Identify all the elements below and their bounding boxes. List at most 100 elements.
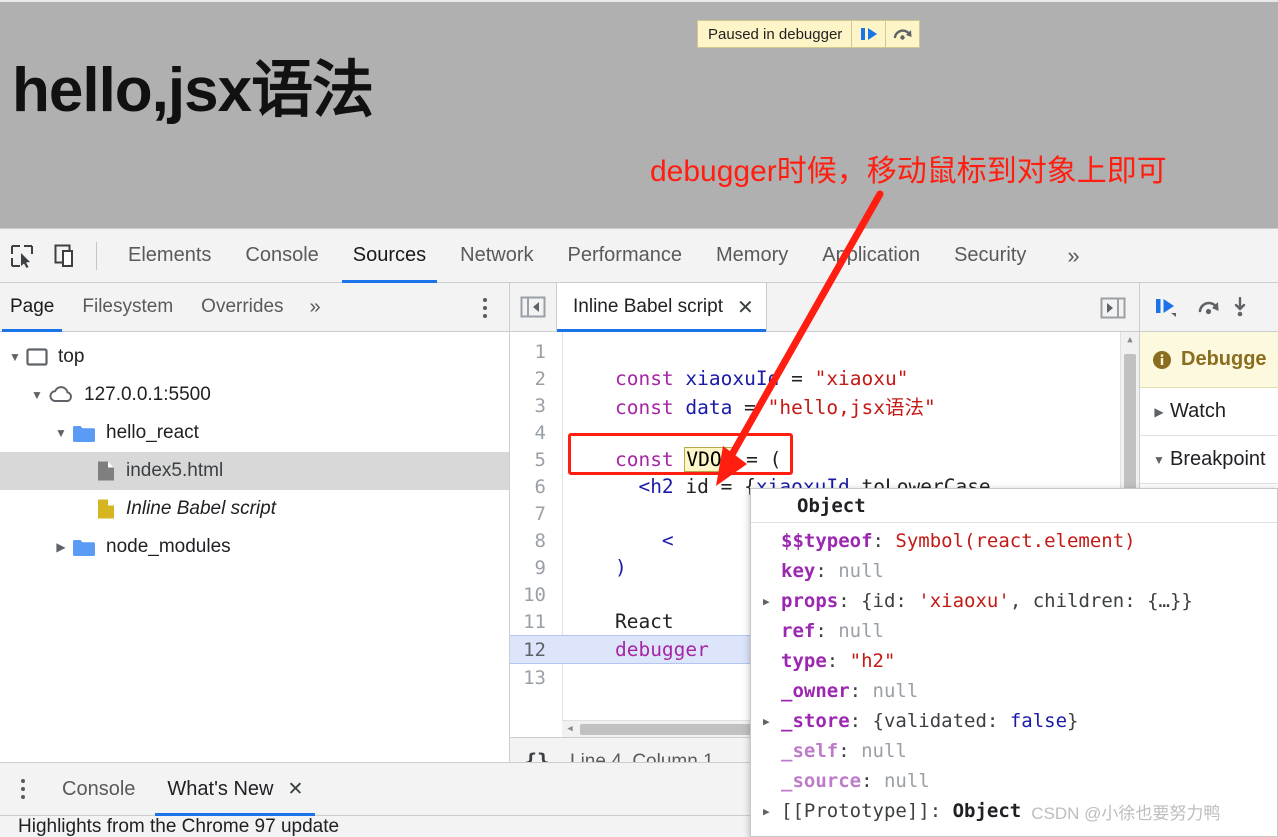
tree-item-inline-babel-script-label: Inline Babel script xyxy=(126,498,276,519)
nav-tab-overrides[interactable]: Overrides xyxy=(187,283,297,332)
object-row-prototype[interactable]: ▶ [[Prototype]]: Object CSDN @小徐也要努力鸭 xyxy=(751,796,1277,826)
expand-caret-icon[interactable]: ▶ xyxy=(763,595,781,608)
nav-tab-overrides-label: Overrides xyxy=(201,296,284,317)
tab-network[interactable]: Network xyxy=(443,229,550,283)
line-number: 11 xyxy=(523,610,546,633)
scroll-left-icon[interactable]: ◀ xyxy=(562,724,578,734)
line-content: const xiaoxuId = "xiaoxu" xyxy=(614,367,909,390)
twisty-icon[interactable]: ▶ xyxy=(1148,405,1170,419)
step-into-button[interactable] xyxy=(1230,283,1250,332)
tab-application-label: Application xyxy=(822,244,921,266)
scroll-up-icon[interactable]: ▲ xyxy=(1121,335,1139,345)
line-number: 6 xyxy=(534,475,546,498)
line-number: 9 xyxy=(534,556,546,579)
property-value: null xyxy=(861,740,907,762)
editor-tab-inline-babel-script[interactable]: Inline Babel script ✕ xyxy=(556,282,767,332)
nav-tab-page-label: Page xyxy=(10,296,55,317)
line-content: ) xyxy=(568,556,627,579)
inspect-element-icon xyxy=(11,244,33,268)
scrollbar-thumb[interactable] xyxy=(1124,354,1136,489)
tree-item-hello-react[interactable]: ▼ hello_react xyxy=(0,414,509,452)
debugger-info-banner: Debugge xyxy=(1140,332,1278,388)
object-row-props[interactable]: ▶ props: {id: 'xiaoxu', children: {…}} xyxy=(751,586,1277,616)
tab-elements[interactable]: Elements xyxy=(111,229,228,283)
document-icon xyxy=(96,460,116,482)
show-debugger-sidebar-button[interactable] xyxy=(1091,283,1135,332)
tab-application[interactable]: Application xyxy=(805,229,937,283)
drawer-menu-button[interactable] xyxy=(0,763,46,816)
code-line: 5 const VDOM = ( xyxy=(510,446,1139,473)
line-content: < xyxy=(568,529,674,552)
sidebar-section-watch[interactable]: ▶ Watch xyxy=(1140,388,1278,436)
tree-item-hello-react-label: hello_react xyxy=(106,422,199,443)
line-number: 4 xyxy=(534,421,546,444)
tree-item-index5-html[interactable]: index5.html xyxy=(0,452,509,490)
step-into-icon xyxy=(1234,297,1246,317)
csdn-watermark: CSDN @小徐也要努力鸭 xyxy=(1031,803,1221,823)
tab-sources[interactable]: Sources xyxy=(336,229,443,283)
inspect-element-button[interactable] xyxy=(0,229,44,283)
close-icon[interactable]: ✕ xyxy=(737,295,754,320)
expand-caret-icon[interactable]: ▶ xyxy=(763,715,781,728)
drawer-tab-whats-new[interactable]: What's New ✕ xyxy=(151,763,319,816)
tree-item-host[interactable]: ▼ 127.0.0.1:5500 xyxy=(0,376,509,414)
property-key: _source xyxy=(781,770,862,792)
resume-script-button[interactable] xyxy=(851,21,885,47)
navigator-tabbar: Page Filesystem Overrides » xyxy=(0,283,509,332)
tab-memory[interactable]: Memory xyxy=(699,229,805,283)
navigator-pane: Page Filesystem Overrides » ▼ top ▼ 127.… xyxy=(0,283,510,786)
nav-tab-page[interactable]: Page xyxy=(0,283,68,332)
tab-console-label: Console xyxy=(245,244,319,266)
hovered-token-vdom[interactable]: VDOM xyxy=(684,447,736,472)
caret-spacer: ▶ xyxy=(763,535,781,548)
file-tree: ▼ top ▼ 127.0.0.1:5500 ▼ hello_react ind… xyxy=(0,332,509,786)
resume-script-button[interactable] xyxy=(1146,283,1188,332)
sidebar-section-breakpoints[interactable]: ▼ Breakpoint xyxy=(1140,436,1278,484)
line-number: 5 xyxy=(534,448,546,471)
property-key: ref xyxy=(781,620,816,642)
tree-item-top[interactable]: ▼ top xyxy=(0,338,509,376)
step-over-button[interactable] xyxy=(1188,283,1230,332)
line-number: 12 xyxy=(523,638,546,661)
more-tabs-button[interactable]: » xyxy=(1053,229,1093,283)
step-over-icon xyxy=(1198,301,1219,315)
folder-icon xyxy=(72,538,96,557)
object-row-store[interactable]: ▶ _store: {validated: false} xyxy=(751,706,1277,736)
editor-tabbar: Inline Babel script ✕ xyxy=(510,282,1139,332)
tab-security[interactable]: Security xyxy=(937,229,1043,283)
property-key: key xyxy=(781,560,816,582)
property-key: $$typeof xyxy=(781,530,873,552)
line-number: 10 xyxy=(523,583,546,606)
nav-tab-filesystem[interactable]: Filesystem xyxy=(68,283,187,332)
navigator-menu-button[interactable] xyxy=(483,283,487,332)
line-number: 3 xyxy=(534,394,546,417)
page-heading: hello,jsx语法 xyxy=(12,56,374,125)
drawer-tab-console[interactable]: Console xyxy=(46,763,151,816)
tab-console[interactable]: Console xyxy=(228,229,335,283)
twisty-icon[interactable]: ▼ xyxy=(26,388,48,402)
tab-performance-label: Performance xyxy=(567,244,683,266)
expand-caret-icon[interactable]: ▶ xyxy=(763,805,781,818)
twisty-icon[interactable]: ▼ xyxy=(1148,453,1170,467)
tree-item-inline-babel-script[interactable]: Inline Babel script xyxy=(0,490,509,528)
property-value: {validated: false} xyxy=(872,710,1079,732)
step-over-button[interactable] xyxy=(885,21,919,47)
twisty-icon[interactable]: ▼ xyxy=(50,426,72,440)
tree-item-node-modules-label: node_modules xyxy=(106,536,231,557)
twisty-icon[interactable]: ▼ xyxy=(4,350,26,364)
caret-spacer: ▶ xyxy=(763,685,781,698)
caret-spacer: ▶ xyxy=(763,745,781,758)
device-toolbar-button[interactable] xyxy=(44,229,88,283)
annotation-label: debugger时候，移动鼠标到对象上即可 xyxy=(650,155,1167,188)
object-popover-title: Object xyxy=(751,489,1277,523)
tree-item-node-modules[interactable]: ▶ node_modules xyxy=(0,528,509,566)
navigator-more-button[interactable]: » xyxy=(298,283,333,332)
drawer-tab-whats-new-label: What's New xyxy=(167,777,274,800)
close-icon[interactable]: ✕ xyxy=(287,778,303,801)
collapse-navigator-button[interactable] xyxy=(510,283,556,332)
tab-performance[interactable]: Performance xyxy=(551,229,700,283)
tree-item-top-label: top xyxy=(58,346,85,367)
show-debugger-sidebar-icon xyxy=(1100,297,1126,318)
twisty-icon[interactable]: ▶ xyxy=(50,540,72,554)
tab-security-label: Security xyxy=(954,244,1027,266)
